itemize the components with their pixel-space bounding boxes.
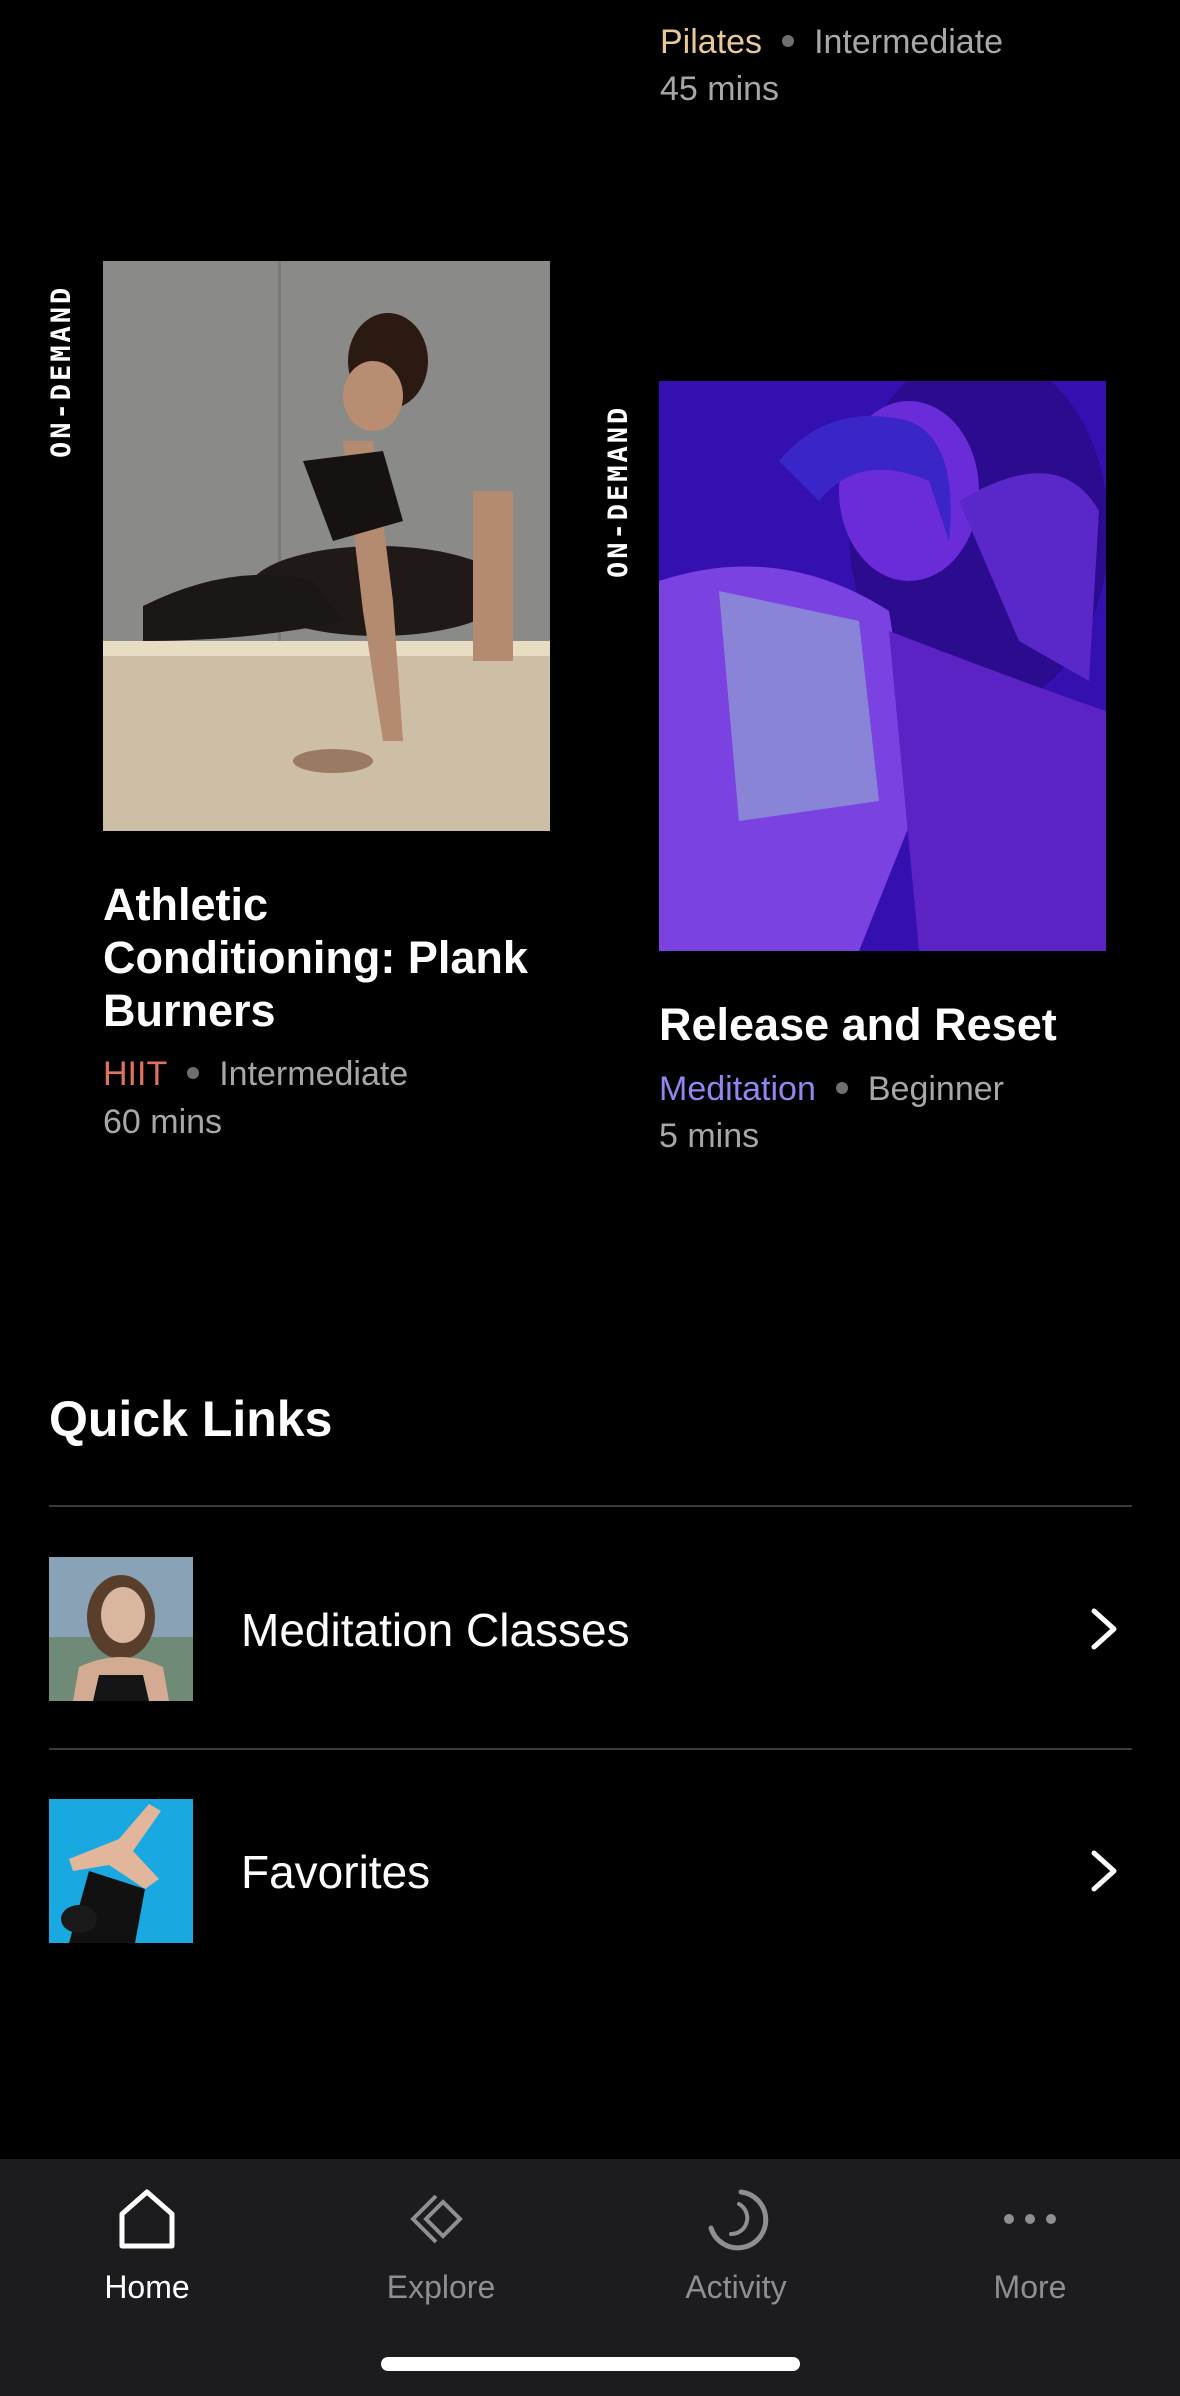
tab-more[interactable]: More bbox=[930, 2159, 1130, 2339]
title-line: Athletic bbox=[103, 879, 269, 930]
divider bbox=[49, 1748, 1132, 1750]
quick-link-meditation-classes[interactable]: Meditation Classes bbox=[49, 1557, 1132, 1701]
title-line: Burners bbox=[103, 985, 276, 1036]
tab-activity[interactable]: Activity bbox=[636, 2159, 836, 2339]
chevron-right-icon bbox=[1091, 1850, 1117, 1892]
quick-link-label: Meditation Classes bbox=[241, 1604, 630, 1656]
duration-label: 5 mins bbox=[659, 1117, 760, 1155]
category-label: HIIT bbox=[103, 1055, 168, 1093]
on-demand-badge: ON-DEMAND bbox=[46, 284, 77, 458]
level-label: Beginner bbox=[867, 1070, 1004, 1108]
category-label: Meditation bbox=[659, 1070, 816, 1108]
tab-home[interactable]: Home bbox=[47, 2159, 247, 2339]
card-title[interactable]: Release and Reset bbox=[659, 998, 1139, 1051]
duration-label: 60 mins bbox=[103, 1103, 223, 1141]
quick-link-thumbnail bbox=[49, 1799, 193, 1943]
quick-link-thumbnail bbox=[49, 1557, 193, 1701]
card-meta: HIIT Intermediate bbox=[103, 1051, 408, 1098]
tab-label: Explore bbox=[386, 2269, 496, 2305]
home-icon bbox=[119, 2189, 175, 2249]
level-label: Intermediate bbox=[219, 1055, 409, 1093]
tab-label: More bbox=[993, 2269, 1067, 2305]
top-card-meta: Pilates Intermediate bbox=[660, 19, 1003, 66]
explore-icon bbox=[410, 2194, 463, 2244]
duration-label: 45 mins bbox=[660, 70, 780, 108]
card-meta: Meditation Beginner bbox=[659, 1066, 1004, 1113]
on-demand-badge: ON-DEMAND bbox=[603, 404, 634, 578]
quick-links-title: Quick Links bbox=[49, 1391, 333, 1447]
tab-label: Home bbox=[104, 2269, 190, 2305]
class-thumbnail[interactable] bbox=[659, 381, 1106, 951]
quick-link-favorites[interactable]: Favorites bbox=[49, 1799, 1132, 1943]
card-title[interactable]: Athletic Conditioning: Plank Burners bbox=[103, 878, 563, 1037]
category-label: Pilates bbox=[660, 23, 763, 61]
chevron-right-icon bbox=[1091, 1608, 1117, 1650]
tab-label: Activity bbox=[685, 2269, 787, 2305]
class-thumbnail[interactable] bbox=[103, 261, 550, 831]
separator-dot bbox=[782, 35, 795, 48]
divider bbox=[49, 1505, 1132, 1507]
activity-icon bbox=[708, 2189, 769, 2251]
quick-link-label: Favorites bbox=[241, 1846, 431, 1898]
title-line: Release and Reset bbox=[659, 999, 1057, 1050]
title-line: Conditioning: Plank bbox=[103, 932, 528, 983]
home-indicator bbox=[381, 2357, 800, 2371]
level-label: Intermediate bbox=[814, 23, 1004, 61]
tab-explore[interactable]: Explore bbox=[341, 2159, 541, 2339]
separator-dot bbox=[187, 1067, 200, 1080]
separator-dot bbox=[835, 1082, 848, 1095]
more-icon bbox=[1004, 2214, 1056, 2224]
